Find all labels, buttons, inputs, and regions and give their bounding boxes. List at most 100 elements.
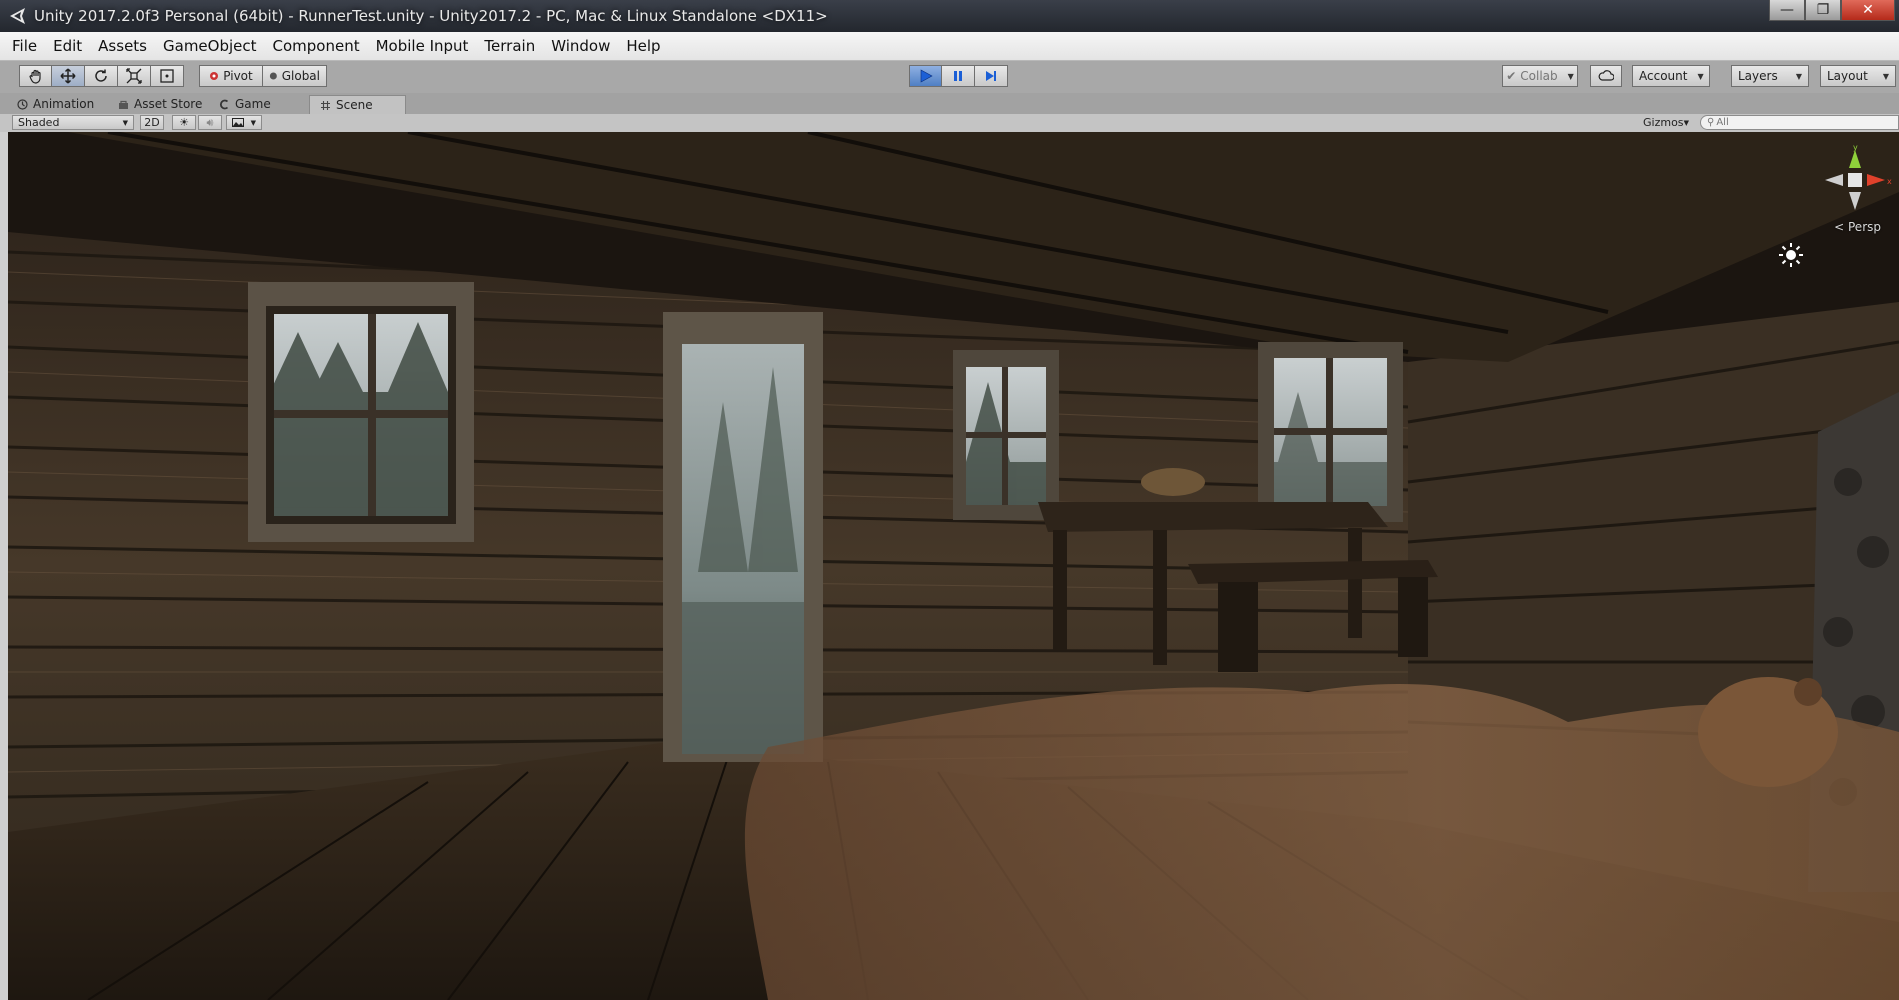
menu-terrain[interactable]: Terrain <box>476 32 543 60</box>
speaker-icon: 🔊︎ <box>206 115 214 129</box>
scene-view[interactable]: y x < Persp <box>8 132 1899 1000</box>
tab-game[interactable]: Game <box>219 95 271 114</box>
global-label: Global <box>281 69 320 83</box>
move-tool-button[interactable] <box>52 65 85 87</box>
layout-group: Layout ▼ <box>1820 65 1896 87</box>
unity-logo-icon <box>10 8 25 24</box>
search-icon: ⚲ <box>1707 117 1715 128</box>
chevron-down-icon: ▼ <box>1882 71 1889 81</box>
scene-toolbar: Shaded ▼ 2D ☀ 🔊︎ ▼ Gizmos ▼ ⚲ All <box>0 114 1899 133</box>
scene-effects-dropdown[interactable]: ▼ <box>226 115 262 130</box>
svg-text:y: y <box>1853 143 1858 152</box>
gizmos-dropdown[interactable]: Gizmos ▼ <box>1638 115 1694 130</box>
minimize-icon[interactable]: — <box>1769 0 1805 21</box>
hand-tool-button[interactable] <box>19 65 52 87</box>
chevron-down-icon: ▼ <box>1697 71 1704 81</box>
projection-label[interactable]: < Persp <box>1834 220 1881 234</box>
shading-mode-dropdown[interactable]: Shaded ▼ <box>12 115 134 130</box>
tab-asset-store[interactable]: Asset Store <box>118 95 202 114</box>
2d-toggle[interactable]: 2D <box>140 115 164 130</box>
asset-store-icon <box>119 100 128 109</box>
step-icon <box>986 71 996 81</box>
rotate-tool-button[interactable] <box>85 65 118 87</box>
gizmos-label: Gizmos <box>1643 116 1684 129</box>
search-placeholder: All <box>1716 117 1729 128</box>
hand-tool-icon <box>28 69 41 84</box>
menu-mobile-input[interactable]: Mobile Input <box>368 32 477 60</box>
pivot-global-group: Pivot Global <box>199 65 327 87</box>
pause-button[interactable] <box>942 65 975 87</box>
account-label: Account <box>1639 69 1688 83</box>
menu-file[interactable]: File <box>0 32 45 60</box>
tab-animation-label: Animation <box>33 97 95 111</box>
layers-group: Layers ▼ <box>1731 65 1809 87</box>
2d-label: 2D <box>144 116 160 129</box>
title-bar: Unity 2017.2.0f3 Personal (64bit) - Runn… <box>0 0 1899 32</box>
collab-label: Collab <box>1520 69 1558 83</box>
account-dropdown[interactable]: Account ▼ <box>1632 65 1710 87</box>
image-icon <box>232 118 244 127</box>
scene-lighting-toggle[interactable]: ☀ <box>172 115 196 130</box>
lighting-icon: ☀ <box>179 116 189 129</box>
tab-game-label: Game <box>235 97 271 111</box>
pivot-label: Pivot <box>223 69 253 83</box>
editor-tab-bar: Animation Asset Store Game Scene <box>0 93 1899 114</box>
pivot-icon <box>210 72 219 80</box>
close-icon[interactable]: ✕ <box>1841 0 1895 21</box>
play-button[interactable] <box>909 65 942 87</box>
tab-animation[interactable]: Animation <box>17 95 94 114</box>
maximize-icon[interactable]: ❐ <box>1805 0 1841 21</box>
collab-group: ✔ Collab ▼ <box>1502 65 1578 87</box>
layers-dropdown[interactable]: Layers ▼ <box>1731 65 1809 87</box>
layers-label: Layers <box>1738 69 1778 83</box>
chevron-down-icon: ▼ <box>1567 71 1574 81</box>
game-icon <box>219 99 229 110</box>
scene-search-input[interactable]: ⚲ All <box>1700 115 1899 130</box>
scale-tool-icon <box>126 68 142 84</box>
svg-text:x: x <box>1887 177 1892 186</box>
tab-scene[interactable]: Scene <box>309 95 406 114</box>
scene-icon <box>321 100 330 110</box>
globe-icon <box>269 72 277 80</box>
cloud-icon <box>1598 70 1614 81</box>
move-tool-icon <box>60 68 76 84</box>
menu-window[interactable]: Window <box>543 32 618 60</box>
directional-light-icon[interactable] <box>1778 242 1804 268</box>
projection-text: Persp <box>1848 220 1881 234</box>
account-group: Account ▼ <box>1632 65 1710 87</box>
rect-tool-icon <box>160 69 174 83</box>
pause-icon <box>954 71 962 81</box>
chevron-down-icon: ▼ <box>250 118 256 127</box>
scene-audio-toggle[interactable]: 🔊︎ <box>198 115 222 130</box>
global-button[interactable]: Global <box>263 65 327 87</box>
layout-dropdown[interactable]: Layout ▼ <box>1820 65 1896 87</box>
rect-tool-button[interactable] <box>151 65 184 87</box>
step-button[interactable] <box>975 65 1008 87</box>
tab-scene-label: Scene <box>336 97 373 112</box>
main-toolbar: Pivot Global ✔ Collab ▼ Account ▼ Layers… <box>0 61 1899 94</box>
left-panel-edge <box>0 132 8 1000</box>
menu-help[interactable]: Help <box>618 32 668 60</box>
pivot-button[interactable]: Pivot <box>199 65 263 87</box>
check-icon: ✔ <box>1506 69 1517 83</box>
window-title: Unity 2017.2.0f3 Personal (64bit) - Runn… <box>34 7 828 25</box>
chevron-left-icon: < <box>1834 220 1845 234</box>
menu-component[interactable]: Component <box>265 32 368 60</box>
rotate-tool-icon <box>95 69 107 82</box>
shading-mode-label: Shaded <box>18 116 60 129</box>
chevron-down-icon: ▼ <box>1683 118 1689 127</box>
window-controls: — ❐ ✕ <box>1769 0 1895 22</box>
cloud-group <box>1590 65 1622 87</box>
menu-assets[interactable]: Assets <box>90 32 155 60</box>
cloud-button[interactable] <box>1590 65 1622 87</box>
collab-button[interactable]: ✔ Collab ▼ <box>1502 65 1578 87</box>
scale-tool-button[interactable] <box>118 65 151 87</box>
menu-edit[interactable]: Edit <box>45 32 90 60</box>
tab-asset-store-label: Asset Store <box>134 97 203 111</box>
play-controls <box>909 65 1008 87</box>
menu-gameobject[interactable]: GameObject <box>155 32 265 60</box>
animation-icon <box>17 99 28 110</box>
cabin-interior-render <box>8 132 1899 1000</box>
transform-tools <box>19 65 184 87</box>
play-icon <box>920 69 933 83</box>
